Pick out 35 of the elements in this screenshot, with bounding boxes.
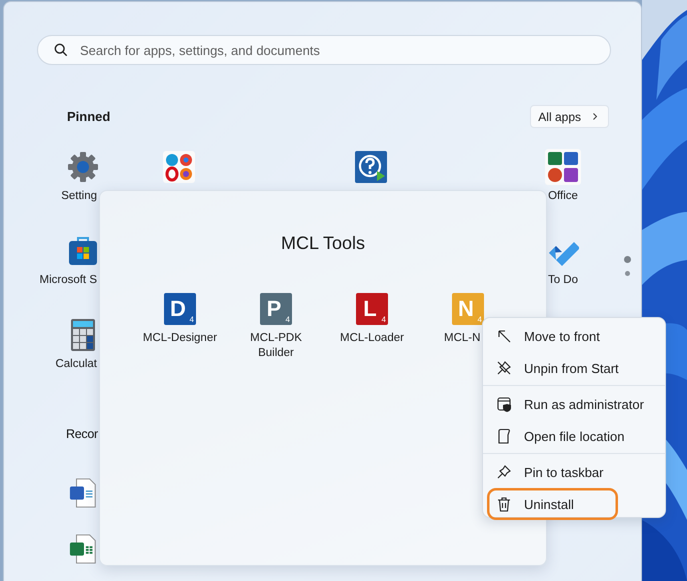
shield-window-icon — [496, 396, 512, 412]
gear-icon — [67, 151, 99, 183]
menu-item[interactable]: Run as administrator — [487, 388, 658, 420]
section-title: Recor — [66, 427, 98, 441]
shopping-bag-icon — [67, 235, 99, 267]
app-label[interactable]: Setting — [61, 190, 97, 202]
app-label[interactable]: To Do — [548, 274, 578, 286]
app-label[interactable]: MCL-N — [444, 331, 480, 346]
menu-item[interactable]: Pin to taskbar — [487, 456, 618, 488]
menu-item[interactable]: Open file location — [487, 420, 638, 452]
arrow-icon — [496, 328, 512, 344]
app-label[interactable]: MCL-PDK Builder — [236, 331, 316, 361]
app-logo-icon: L 4 — [356, 293, 388, 325]
folder-title: MCL Tools — [280, 233, 366, 254]
menu-item[interactable]: Move to front — [487, 320, 614, 352]
app-label[interactable]: MCL-Loader — [332, 331, 412, 346]
all-apps-button[interactable]: All apps — [530, 105, 609, 128]
menu-item[interactable]: Uninstall — [487, 488, 618, 520]
trash-icon — [496, 496, 512, 512]
search-icon — [54, 43, 68, 57]
unpin-icon — [496, 360, 512, 376]
office-icon — [545, 149, 581, 185]
search-field[interactable]: Search for apps, settings, and documents — [37, 35, 611, 65]
app-label[interactable]: Microsoft S — [39, 274, 97, 286]
app-label[interactable]: Office — [548, 190, 578, 202]
pin-icon — [496, 464, 512, 480]
section-title: Pinned — [67, 109, 110, 124]
page-dot[interactable] — [624, 271, 630, 276]
help-icon — [355, 151, 387, 183]
page-dot[interactable] — [624, 256, 630, 263]
menu-item[interactable]: Unpin from Start — [487, 352, 633, 384]
app-label[interactable]: Calculat — [55, 358, 97, 370]
chevron-icon — [592, 112, 598, 121]
app-label[interactable]: MCL-Designer — [140, 331, 220, 346]
browser-icons — [163, 151, 195, 183]
